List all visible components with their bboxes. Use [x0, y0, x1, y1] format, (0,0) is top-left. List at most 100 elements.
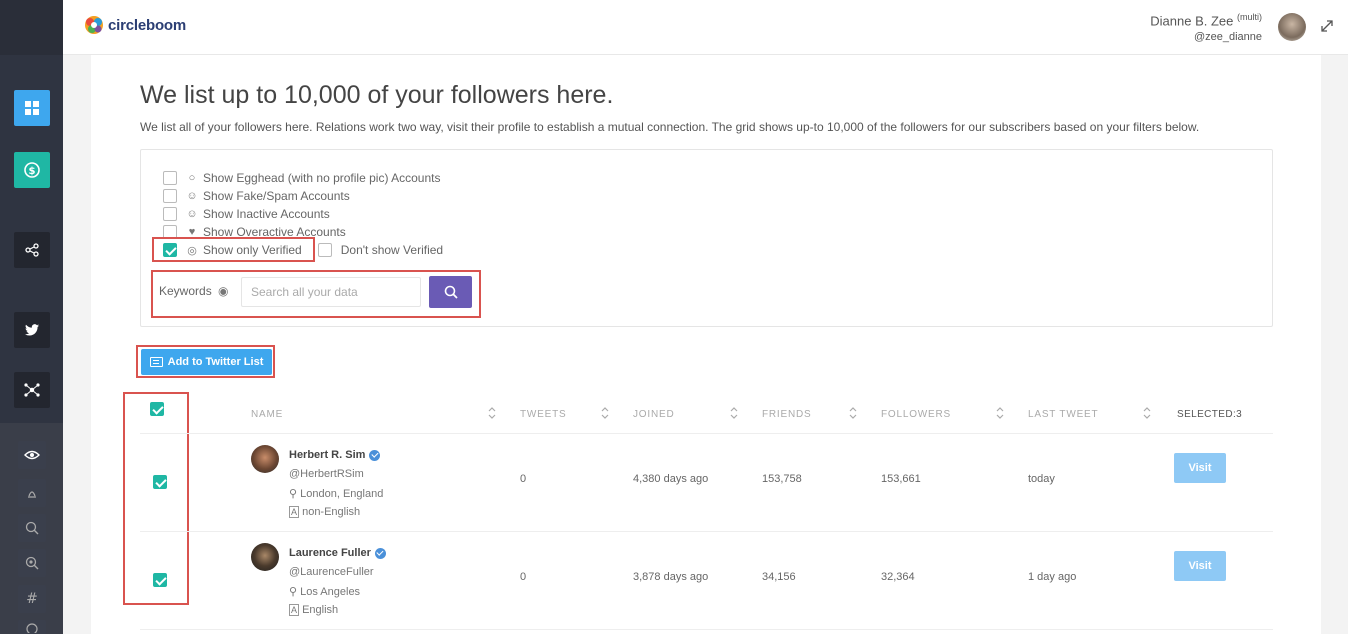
follower-location: ⚲ London, England: [289, 487, 383, 500]
history-icon: [26, 623, 38, 633]
user-mode: (multi): [1237, 12, 1262, 22]
column-header-name[interactable]: NAME: [251, 409, 283, 420]
language-icon: A: [289, 604, 300, 616]
tweets-count: 0: [520, 473, 527, 485]
hashtag-icon: #: [26, 591, 38, 607]
column-header-tweets[interactable]: TWEETS: [520, 409, 566, 420]
avatar[interactable]: [1278, 13, 1306, 41]
row-divider: [140, 433, 1273, 434]
row-checkbox[interactable]: [153, 573, 167, 587]
sidebar-item-network[interactable]: [14, 372, 50, 408]
brand-name: circleboom: [108, 16, 187, 34]
sidebar-item-hashtag[interactable]: #: [18, 585, 46, 613]
follower-name[interactable]: Laurence Fuller: [289, 547, 386, 559]
verified-icon: [369, 449, 381, 461]
sort-icon[interactable]: [849, 407, 857, 419]
list-icon: [149, 357, 163, 367]
language-text: non-English: [302, 506, 361, 518]
sort-icon[interactable]: [488, 407, 496, 419]
sidebar-item-history[interactable]: [18, 620, 46, 634]
avatar[interactable]: [251, 543, 279, 571]
filter-fake-label: Show Fake/Spam Accounts: [203, 189, 350, 203]
sidebar-top: [0, 0, 63, 55]
language-icon: A: [289, 506, 300, 518]
row-checkbox[interactable]: [153, 475, 167, 489]
page-title: We list up to 10,000 of your followers h…: [140, 81, 614, 109]
follower-location: ⚲ Los Angeles: [289, 585, 360, 598]
sort-icon[interactable]: [730, 407, 738, 419]
fake-checkbox[interactable]: [163, 189, 177, 203]
last-tweet-value: 1 day ago: [1028, 571, 1077, 583]
followers-count: 153,661: [881, 473, 921, 485]
sidebar-item-zoom[interactable]: [18, 549, 46, 577]
location-pin-icon: ⚲: [289, 586, 298, 598]
user-name[interactable]: Dianne B. Zee (multi): [1150, 12, 1262, 28]
sidebar-item-share[interactable]: [14, 232, 50, 268]
top-header: circleboom Dianne B. Zee (multi) @zee_di…: [63, 0, 1348, 55]
user-display-name: Dianne B. Zee: [1150, 13, 1234, 29]
sort-icon[interactable]: [601, 407, 609, 419]
followers-count: 32,364: [881, 571, 915, 583]
filter-egghead-label: Show Egghead (with no profile pic) Accou…: [203, 171, 441, 185]
add-to-list-label: Add to Twitter List: [167, 356, 264, 368]
sidebar-item-search[interactable]: [18, 514, 46, 542]
filter-inactive-label: Show Inactive Accounts: [203, 207, 330, 221]
network-icon: [24, 383, 40, 397]
follower-handle: @HerbertRSim: [289, 468, 364, 480]
page-description: We list all of your followers here. Rela…: [140, 120, 1200, 134]
svg-text:$: $: [29, 166, 36, 177]
location-pin-icon: ⚲: [289, 488, 298, 500]
visit-button[interactable]: Visit: [1174, 453, 1226, 483]
row-divider: [140, 629, 1273, 630]
main-content: We list up to 10,000 of your followers h…: [91, 55, 1321, 634]
expand-icon[interactable]: [1320, 19, 1334, 33]
zoom-in-icon: [25, 556, 39, 570]
highlight-verified-filter: [152, 237, 315, 262]
follower-name[interactable]: Herbert R. Sim: [289, 449, 381, 461]
column-header-friends[interactable]: FRIENDS: [762, 409, 812, 420]
dollar-icon: $: [24, 162, 40, 178]
dont-show-verified-checkbox[interactable]: [317, 243, 332, 257]
brand-logo[interactable]: circleboom: [83, 14, 186, 36]
location-text: London, England: [300, 488, 384, 500]
avatar[interactable]: [251, 445, 279, 473]
selected-count: SELECTED:3: [1177, 409, 1243, 420]
search-icon: [25, 521, 39, 535]
select-all-checkbox[interactable]: [150, 402, 164, 416]
filter-egghead[interactable]: ○ Show Egghead (with no profile pic) Acc…: [163, 169, 440, 187]
column-header-followers[interactable]: FOLLOWERS: [881, 409, 951, 420]
smile-icon: ☺: [186, 208, 198, 220]
sort-icon[interactable]: [996, 407, 1004, 419]
column-header-joined[interactable]: JOINED: [633, 409, 674, 420]
friends-count: 34,156: [762, 571, 796, 583]
filter-fake[interactable]: ☺ Show Fake/Spam Accounts: [163, 187, 350, 205]
joined-value: 4,380 days ago: [633, 473, 709, 485]
circleboom-logo-icon: [85, 16, 103, 34]
language-text: English: [302, 604, 339, 616]
follower-name-text: Herbert R. Sim: [289, 449, 366, 461]
sidebar-item-billing[interactable]: $: [14, 152, 50, 188]
highlight-keyword-search: [151, 270, 481, 318]
filter-dont-show-verified-label: Don't show Verified: [340, 243, 444, 257]
follower-language: A English: [289, 604, 338, 616]
visit-button[interactable]: Visit: [1174, 551, 1226, 581]
egg-icon: [28, 491, 36, 498]
follower-language: A non-English: [289, 506, 360, 518]
add-to-twitter-list-button[interactable]: Add to Twitter List: [141, 349, 272, 375]
filter-inactive[interactable]: ☺ Show Inactive Accounts: [163, 205, 330, 223]
inactive-checkbox[interactable]: [163, 207, 177, 221]
egghead-checkbox[interactable]: [163, 171, 177, 185]
joined-value: 3,878 days ago: [633, 571, 709, 583]
column-header-last-tweet[interactable]: LAST TWEET: [1028, 409, 1098, 420]
sidebar-item-watch[interactable]: [18, 441, 46, 469]
sidebar: $ #: [0, 0, 63, 634]
sidebar-item-egghead[interactable]: [18, 479, 46, 507]
user-handle: @zee_dianne: [1193, 31, 1262, 43]
egg-icon: ○: [188, 172, 196, 184]
sidebar-item-twitter[interactable]: [14, 312, 50, 348]
location-text: Los Angeles: [300, 586, 361, 598]
sort-icon[interactable]: [1143, 407, 1151, 419]
row-divider: [140, 531, 1273, 532]
sidebar-item-dashboard[interactable]: [14, 90, 50, 126]
verified-icon: [374, 547, 386, 559]
